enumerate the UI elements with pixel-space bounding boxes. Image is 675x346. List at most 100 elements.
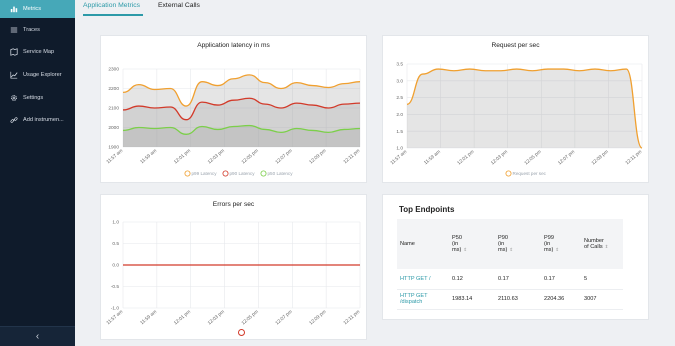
legend-label: p90 Latency — [230, 171, 256, 176]
table-row[interactable]: HTTP GET / 0.12 0.17 0.17 5 — [397, 269, 623, 290]
requests-chart-card: Request per sec 1.0 1.5 2.0 2.5 3.0 3.5 11:57 … — [382, 35, 649, 183]
y-tick-label: 2300 — [108, 67, 119, 73]
list-icon — [10, 27, 18, 33]
y-tick-label: -1.0 — [111, 306, 120, 312]
y-tick-label: 3.0 — [396, 78, 403, 84]
endpoint-name-link[interactable]: HTTP GET / — [397, 269, 449, 290]
column-header-calls[interactable]: Number of Calls ⇕ — [581, 219, 623, 269]
sidebar-item-metrics[interactable]: Metrics — [0, 0, 75, 18]
top-endpoints-card: Top Endpoints Name P50 (in ms) ⇕ P90 (in … — [382, 194, 649, 320]
sidebar-item-label: Add instrumen... — [23, 117, 64, 123]
legend-swatch — [238, 329, 245, 336]
p90-cell: 2110.63 — [495, 289, 541, 310]
p99-cell: 2204.36 — [541, 289, 581, 310]
legend-swatch — [260, 170, 267, 177]
x-tick-label: 11:59 am — [139, 148, 158, 165]
chevron-left-icon: ‹ — [35, 331, 40, 342]
x-tick-label: 12:09 pm — [308, 309, 327, 326]
gear-icon — [11, 95, 17, 101]
sidebar-item-label: Settings — [23, 95, 44, 101]
y-tick-label: 1900 — [108, 145, 119, 151]
p90-cell: 0.17 — [495, 269, 541, 290]
calls-cell: 5 — [581, 269, 623, 290]
table-header-row: Name P50 (in ms) ⇕ P90 (in ms) ⇕ P99 (in m… — [397, 219, 623, 269]
y-tick-label: 0.5 — [112, 241, 119, 247]
p50-cell: 1983.14 — [449, 289, 495, 310]
sort-icon[interactable]: ⇕ — [463, 247, 467, 252]
legend-swatch — [505, 170, 512, 177]
p50-cell: 0.12 — [449, 269, 495, 290]
x-tick-label: 12:07 pm — [274, 148, 293, 165]
errors-chart-card: Errors per sec -1.0 -0.5 0.0 0.5 1.0 11:57 am… — [100, 194, 367, 340]
tab-application-metrics[interactable]: Application Metrics — [83, 2, 140, 9]
bar-chart-icon — [10, 6, 18, 13]
x-tick-label: 12:09 pm — [591, 149, 610, 166]
legend-swatch — [184, 170, 191, 177]
y-tick-label: 2000 — [108, 125, 119, 131]
column-header-name[interactable]: Name — [397, 219, 449, 269]
latency-chart-card: Application latency in ms 1900 2000 2100 22… — [100, 35, 367, 183]
x-tick-label: 12:07 pm — [274, 309, 293, 326]
p99-cell: 0.17 — [541, 269, 581, 290]
endpoints-table: Name P50 (in ms) ⇕ P90 (in ms) ⇕ P99 (in m… — [397, 219, 623, 310]
sidebar-item-label: Metrics — [23, 6, 42, 12]
legend-label: p50 Latency — [268, 171, 294, 176]
tab-external-calls[interactable]: External Calls — [158, 2, 200, 9]
top-endpoints-title: Top Endpoints — [399, 205, 455, 214]
y-tick-label: 1.5 — [396, 129, 403, 135]
sidebar-item-label: Usage Explorer — [23, 72, 62, 78]
y-tick-label: 2200 — [108, 86, 119, 92]
column-header-p50[interactable]: P50 (in ms) ⇕ — [449, 219, 495, 269]
x-tick-label: 12:03 pm — [490, 149, 509, 166]
series-area — [407, 69, 642, 148]
x-tick-label: 12:11 pm — [342, 148, 361, 165]
legend-label: p99 Latency — [192, 171, 218, 176]
sidebar-item-usage-explorer[interactable]: Usage Explorer — [0, 66, 75, 84]
x-tick-label: 12:07 pm — [557, 149, 576, 166]
calls-cell: 3007 — [581, 289, 623, 310]
sidebar-item-label: Traces — [23, 27, 40, 33]
sidebar: Metrics Traces Service Map Usage Explore… — [0, 0, 75, 346]
x-tick-label: 12:01 pm — [173, 148, 192, 165]
sidebar-item-add-instrumentation[interactable]: Add instrumen... — [0, 111, 75, 129]
y-tick-label: 2.5 — [396, 95, 403, 101]
x-tick-label: 12:11 pm — [342, 309, 361, 326]
y-tick-label: 1.0 — [112, 220, 119, 226]
sidebar-item-traces[interactable]: Traces — [0, 21, 75, 39]
endpoint-name-link[interactable]: HTTP GET /dispatch — [397, 289, 449, 310]
sort-icon[interactable]: ⇕ — [605, 244, 609, 249]
column-header-p99[interactable]: P99 (in ms) ⇕ — [541, 219, 581, 269]
y-tick-label: -0.5 — [111, 284, 120, 290]
x-tick-label: 12:03 pm — [207, 148, 226, 165]
sidebar-item-settings[interactable]: Settings — [0, 89, 75, 107]
legend-swatch — [222, 170, 229, 177]
map-icon — [10, 48, 18, 56]
x-tick-label: 12:03 pm — [207, 309, 226, 326]
sidebar-item-label: Service Map — [23, 49, 55, 55]
column-header-p90[interactable]: P90 (in ms) ⇕ — [495, 219, 541, 269]
latency-chart: 1900200021002200230011:57 am 11:59 am 12:0… — [105, 67, 361, 177]
sort-icon[interactable]: ⇕ — [509, 247, 513, 252]
sidebar-item-service-map[interactable]: Service Map — [0, 43, 75, 61]
active-tab-indicator — [83, 14, 143, 16]
table-row[interactable]: HTTP GET /dispatch 1983.14 2110.63 2204.… — [397, 289, 623, 310]
x-tick-label: 12:05 pm — [241, 309, 260, 326]
tab-bar: Application Metrics External Calls — [75, 0, 675, 16]
sort-icon[interactable]: ⇕ — [555, 247, 559, 252]
x-tick-label: 12:09 pm — [308, 148, 327, 165]
line-chart-icon — [10, 71, 18, 79]
x-tick-label: 12:05 pm — [241, 148, 260, 165]
requests-chart: 1.01.52.02.53.03.511:57 am 11:59 am 12:01 … — [389, 62, 643, 177]
legend-label: Request per sec — [513, 171, 547, 176]
y-tick-label: 1.0 — [396, 146, 403, 152]
link-icon — [10, 117, 18, 123]
sidebar-collapse-button[interactable]: ‹ — [0, 326, 75, 346]
y-tick-label: 0.0 — [112, 263, 119, 269]
errors-chart: -1.0-0.50.00.51.011:57 am 11:59 am 12:01 p… — [105, 220, 361, 336]
y-tick-label: 3.5 — [396, 62, 403, 68]
y-tick-label: 2100 — [108, 106, 119, 112]
x-tick-label: 12:11 pm — [624, 149, 643, 166]
x-tick-label: 11:59 am — [423, 149, 442, 166]
x-tick-label: 11:59 am — [139, 309, 158, 326]
y-tick-label: 2.0 — [396, 112, 403, 118]
